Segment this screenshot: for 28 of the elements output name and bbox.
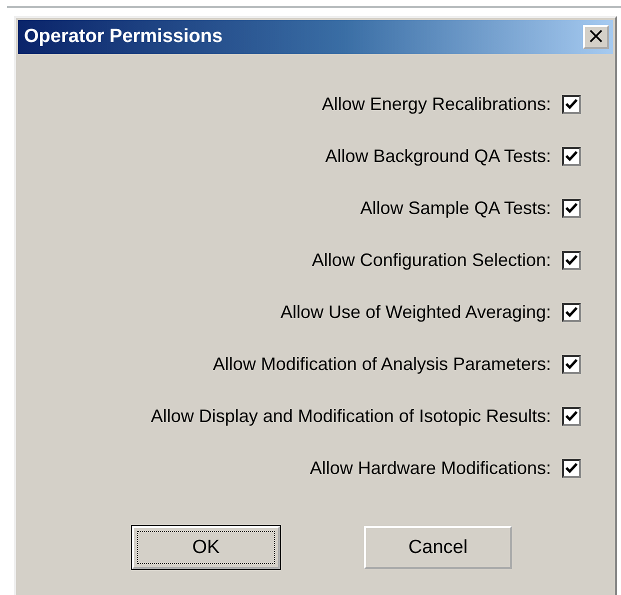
checkmark-icon: [564, 96, 579, 112]
permission-label: Allow Configuration Selection:: [312, 250, 551, 270]
checkbox[interactable]: [562, 94, 581, 114]
permission-label: Allow Hardware Modifications:: [310, 458, 551, 478]
permission-label: Allow Energy Recalibrations:: [322, 94, 551, 114]
checkbox[interactable]: [562, 302, 581, 322]
checkmark-icon: [564, 460, 579, 476]
checkbox[interactable]: [562, 458, 581, 478]
checkmark-icon: [564, 304, 579, 320]
dialog-button[interactable]: OK: [132, 526, 280, 569]
window-title: Operator Permissions: [24, 26, 223, 48]
permission-label: Allow Use of Weighted Averaging:: [280, 302, 551, 322]
checkbox[interactable]: [562, 406, 581, 426]
checkmark-icon: [564, 252, 579, 268]
checkmark-icon: [564, 148, 579, 164]
close-button[interactable]: ×: [583, 25, 609, 49]
permission-label: Allow Display and Modification of Isotopic Results:: [150, 406, 551, 426]
checkbox[interactable]: [562, 198, 581, 218]
permission-label: Allow Modification of Analysis Parameters:: [212, 354, 551, 374]
permission-label: Allow Sample QA Tests:: [360, 198, 551, 218]
checkmark-icon: [564, 356, 579, 372]
checkbox[interactable]: [562, 250, 581, 270]
checkbox[interactable]: [562, 146, 581, 166]
checkmark-icon: [564, 200, 579, 216]
dialog-button[interactable]: Cancel: [364, 526, 512, 569]
checkbox[interactable]: [562, 354, 581, 374]
permission-label: Allow Background QA Tests:: [325, 146, 551, 166]
checkmark-icon: [564, 408, 579, 424]
